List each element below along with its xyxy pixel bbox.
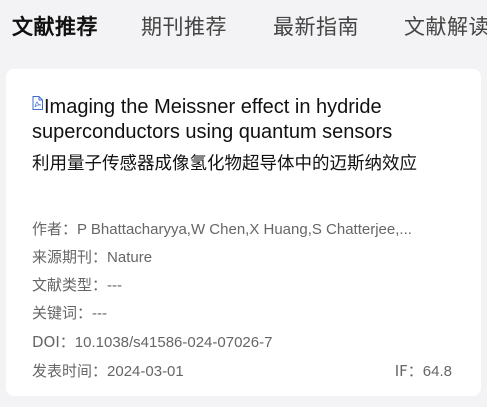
article-title-zh[interactable]: 利用量子传感器成像氢化物超导体中的迈斯纳效应 xyxy=(32,153,462,176)
tab-latest-guidelines[interactable]: 最新指南 xyxy=(273,13,359,41)
impact-factor: IF：64.8 xyxy=(395,361,452,382)
authors-label: 作者： xyxy=(32,220,78,238)
tab-journal-recommend[interactable]: 期刊推荐 xyxy=(141,13,227,41)
keywords-label: 关键词： xyxy=(32,304,93,322)
publish-date-label: 发表时间： xyxy=(32,362,108,380)
journal-value: Nature xyxy=(107,249,153,266)
article-title-en-text: Imaging the Meissner effect in hydride s… xyxy=(32,96,393,143)
document-type-row: 文献类型：--- xyxy=(32,275,122,296)
doi-value: 10.1038/s41586-024-07026-7 xyxy=(74,334,273,351)
keywords-row: 关键词：--- xyxy=(32,303,107,324)
article-title-en[interactable]: Imaging the Meissner effect in hydride s… xyxy=(32,95,472,145)
journal-label: 来源期刊： xyxy=(32,248,108,266)
publish-date-value: 2024-03-01 xyxy=(107,363,184,380)
article-card[interactable]: Imaging the Meissner effect in hydride s… xyxy=(6,69,481,396)
impact-factor-label: IF： xyxy=(394,362,423,380)
authors-value: P Bhattacharyya,W Chen,X Huang,S Chatter… xyxy=(77,221,412,238)
publish-date-row: 发表时间：2024-03-01 xyxy=(32,361,184,382)
authors-row: 作者：P Bhattacharyya,W Chen,X Huang,S Chat… xyxy=(32,219,445,240)
tab-literature-recommend[interactable]: 文献推荐 xyxy=(12,13,98,41)
keywords-value: --- xyxy=(92,305,108,322)
impact-factor-value: 64.8 xyxy=(422,363,452,380)
doi-label: DOI： xyxy=(32,333,75,351)
journal-row: 来源期刊：Nature xyxy=(32,247,152,268)
document-type-value: --- xyxy=(107,277,123,294)
document-type-label: 文献类型： xyxy=(32,276,108,294)
tab-literature-interpretation[interactable]: 文献解读 xyxy=(404,13,487,41)
tab-bar: 文献推荐 期刊推荐 最新指南 文献解读 xyxy=(0,0,487,58)
pdf-file-icon xyxy=(32,96,43,110)
doi-row: DOI：10.1038/s41586-024-07026-7 xyxy=(32,332,272,353)
